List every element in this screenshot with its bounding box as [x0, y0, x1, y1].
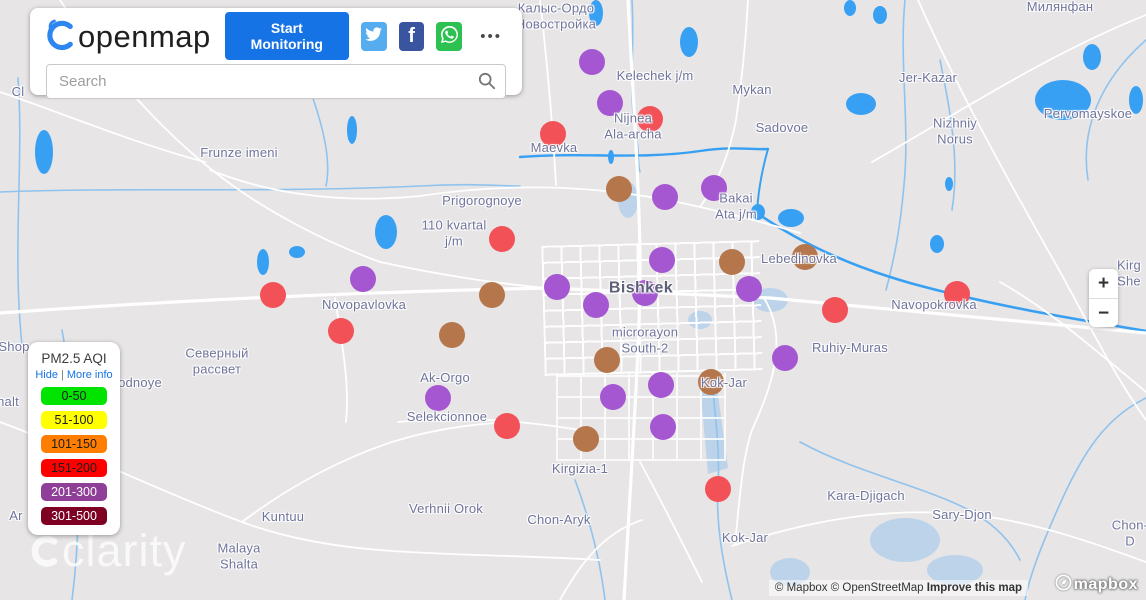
aqi-station-marker[interactable] — [573, 426, 599, 452]
aqi-station-marker[interactable] — [772, 345, 798, 371]
mapbox-logo-icon — [1055, 574, 1072, 596]
legend-range-301-500: 301-500 — [41, 507, 107, 525]
mapbox-attribution-link[interactable]: © Mapbox — [775, 582, 828, 594]
zoom-control: + − — [1089, 269, 1118, 327]
aqi-station-marker[interactable] — [350, 266, 376, 292]
map-attribution: © Mapbox © OpenStreetMap Improve this ma… — [769, 580, 1028, 596]
whatsapp-share-button[interactable] — [436, 22, 462, 51]
osm-attribution-link[interactable]: © OpenStreetMap — [831, 582, 924, 594]
openmap-logo-icon — [46, 17, 74, 56]
aqi-station-marker[interactable] — [650, 414, 676, 440]
aqi-station-marker[interactable] — [540, 121, 566, 147]
aqi-station-marker[interactable] — [579, 49, 605, 75]
aqi-station-marker[interactable] — [648, 372, 674, 398]
zoom-out-button[interactable]: − — [1089, 298, 1118, 327]
aqi-station-marker[interactable] — [328, 318, 354, 344]
twitter-icon — [365, 27, 382, 45]
aqi-station-marker[interactable] — [822, 297, 848, 323]
aqi-station-marker[interactable] — [649, 247, 675, 273]
legend-range-151-200: 151-200 — [41, 459, 107, 477]
aqi-station-marker[interactable] — [594, 347, 620, 373]
aqi-station-marker[interactable] — [698, 369, 724, 395]
openmap-logo[interactable]: openmap — [46, 17, 211, 56]
zoom-in-button[interactable]: + — [1089, 269, 1118, 298]
whatsapp-icon — [441, 26, 458, 46]
aqi-station-marker[interactable] — [792, 244, 818, 270]
legend-range-0-50: 0-50 — [41, 387, 107, 405]
more-options-button[interactable]: ••• — [476, 26, 506, 47]
improve-map-link[interactable]: Improve this map — [927, 582, 1022, 594]
search-icon — [478, 72, 496, 95]
legend-ranges: 0-50 51-100 101-150 151-200 201-300 301-500 — [28, 387, 120, 525]
header-card: openmap Start Monitoring f ••• — [30, 8, 522, 95]
aqi-station-marker[interactable] — [583, 292, 609, 318]
aqi-station-marker[interactable] — [544, 274, 570, 300]
aqi-station-marker[interactable] — [439, 322, 465, 348]
aqi-station-marker[interactable] — [944, 281, 970, 307]
openmap-app: Калыс-Ордо НовостройкаМилянфанKelechek j… — [0, 0, 1146, 600]
aqi-station-marker[interactable] — [652, 184, 678, 210]
aqi-station-marker[interactable] — [719, 249, 745, 275]
aqi-station-marker[interactable] — [494, 413, 520, 439]
legend-range-101-150: 101-150 — [41, 435, 107, 453]
aqi-station-marker[interactable] — [479, 282, 505, 308]
legend-more-info-link[interactable]: More info — [67, 369, 113, 381]
aqi-station-marker[interactable] — [736, 276, 762, 302]
legend-hide-link[interactable]: Hide — [35, 369, 58, 381]
start-monitoring-button[interactable]: Start Monitoring — [225, 12, 349, 60]
aqi-station-marker[interactable] — [637, 106, 663, 132]
aqi-station-marker[interactable] — [260, 282, 286, 308]
facebook-icon: f — [408, 26, 415, 46]
aqi-station-marker[interactable] — [701, 175, 727, 201]
aqi-station-marker[interactable] — [489, 226, 515, 252]
facebook-share-button[interactable]: f — [399, 22, 425, 51]
legend-link-separator: | — [61, 369, 64, 381]
legend-title: PM2.5 AQI — [28, 351, 120, 366]
twitter-share-button[interactable] — [361, 22, 387, 51]
search-input[interactable] — [46, 64, 506, 99]
mapbox-logo[interactable]: mapbox — [1055, 574, 1138, 596]
aqi-station-marker[interactable] — [425, 385, 451, 411]
aqi-station-marker[interactable] — [632, 280, 658, 306]
aqi-station-marker[interactable] — [597, 90, 623, 116]
mapbox-logo-text: mapbox — [1074, 577, 1138, 593]
legend-range-201-300: 201-300 — [41, 483, 107, 501]
aqi-station-marker[interactable] — [600, 384, 626, 410]
legend-range-51-100: 51-100 — [41, 411, 107, 429]
openmap-logo-text: openmap — [78, 21, 211, 52]
aqi-station-marker[interactable] — [705, 476, 731, 502]
aqi-station-marker[interactable] — [606, 176, 632, 202]
aqi-legend: PM2.5 AQI Hide|More info 0-50 51-100 101-1… — [28, 342, 120, 535]
